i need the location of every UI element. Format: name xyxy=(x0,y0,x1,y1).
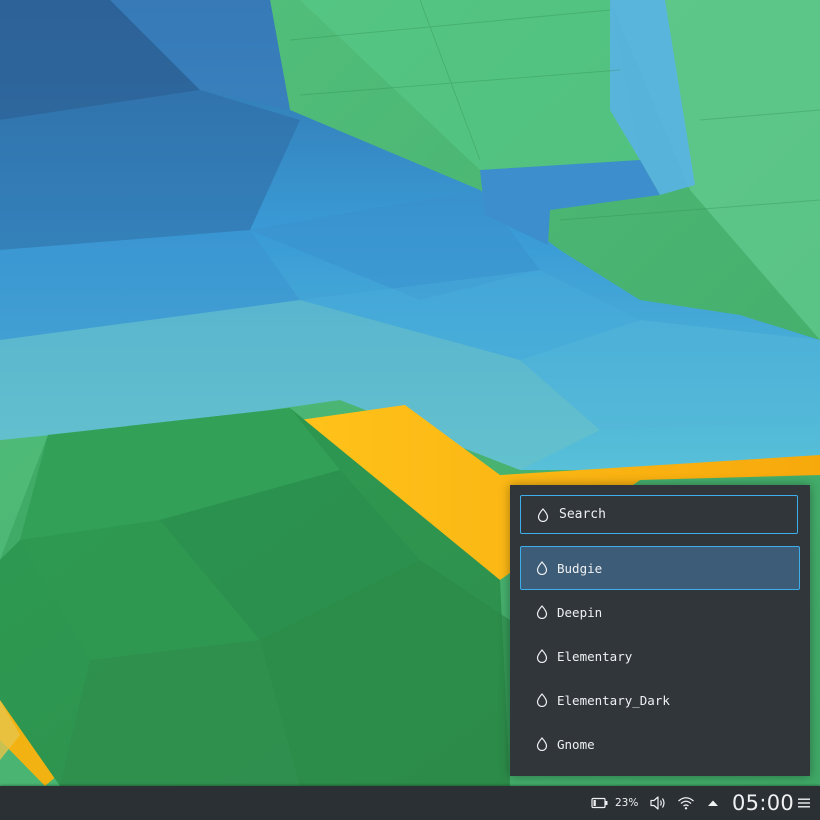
expand-arrow-icon[interactable] xyxy=(706,786,720,820)
menu-item-label: Elementary_Dark xyxy=(557,692,670,708)
volume-icon[interactable] xyxy=(649,786,667,820)
drop-icon xyxy=(536,737,548,751)
battery-icon[interactable] xyxy=(591,786,609,820)
clock[interactable]: 05:00 xyxy=(732,786,794,820)
wifi-icon[interactable] xyxy=(677,786,695,820)
menu-item-elementary-dark[interactable]: Elementary_Dark xyxy=(520,678,800,722)
menu-item-budgie[interactable]: Budgie xyxy=(520,546,800,590)
drop-icon xyxy=(536,693,548,707)
menu-item-label: Budgie xyxy=(557,560,603,576)
hamburger-menu-icon[interactable] xyxy=(797,786,811,820)
battery-percent[interactable]: 23% xyxy=(615,786,638,820)
drop-icon xyxy=(537,507,549,522)
search-placeholder: Search xyxy=(559,507,606,522)
drop-icon xyxy=(536,649,548,663)
search-input[interactable]: Search xyxy=(520,495,798,534)
launcher-popup: Search Budgie Deepin Elementary Elementa… xyxy=(510,485,810,776)
taskbar: 23% 05:00 xyxy=(0,786,820,820)
menu-item-gnome[interactable]: Gnome xyxy=(520,722,800,766)
menu-item-elementary[interactable]: Elementary xyxy=(520,634,800,678)
menu-item-deepin[interactable]: Deepin xyxy=(520,590,800,634)
drop-icon xyxy=(536,561,548,575)
drop-icon xyxy=(536,605,548,619)
menu-item-label: Deepin xyxy=(557,604,603,620)
menu-item-label: Elementary xyxy=(557,648,633,664)
menu-item-label: Gnome xyxy=(557,736,595,752)
